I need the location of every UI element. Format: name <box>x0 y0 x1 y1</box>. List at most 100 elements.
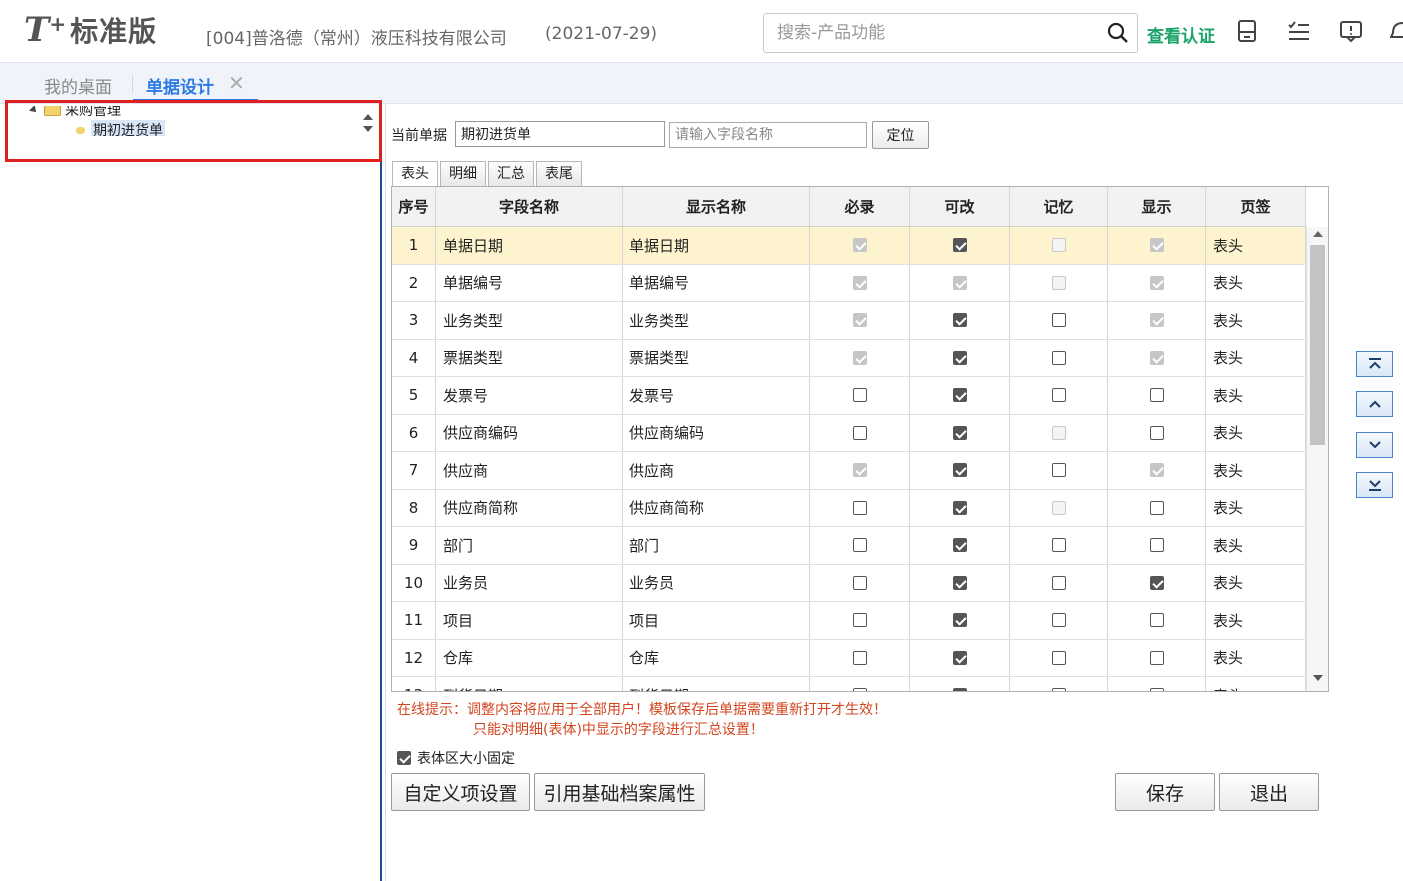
col-header-page[interactable]: 页签 <box>1206 187 1306 226</box>
locate-button[interactable]: 定位 <box>872 121 929 149</box>
visible-checkbox[interactable] <box>1149 575 1164 590</box>
search-icon[interactable] <box>1107 22 1129 44</box>
tab-close-icon[interactable]: ✕ <box>228 71 245 95</box>
message-icon[interactable] <box>1338 18 1364 44</box>
field-name-search-input[interactable] <box>669 122 867 148</box>
fixed-size-option[interactable]: 表体区大小固定 <box>397 748 515 768</box>
visible-checkbox[interactable] <box>1149 650 1164 665</box>
save-button[interactable]: 保存 <box>1115 773 1215 811</box>
memory-checkbox[interactable] <box>1051 463 1066 478</box>
table-row[interactable]: 10 业务员 业务员 表头 <box>392 564 1306 602</box>
editable-checkbox[interactable] <box>952 313 967 328</box>
tab-document-design[interactable]: 单据设计 <box>146 73 214 98</box>
editable-checkbox[interactable] <box>952 350 967 365</box>
move-down-button[interactable] <box>1356 432 1393 458</box>
required-checkbox[interactable] <box>852 388 867 403</box>
visible-checkbox[interactable] <box>1149 388 1164 403</box>
required-checkbox[interactable] <box>852 688 867 691</box>
editable-checkbox[interactable] <box>952 688 967 691</box>
table-row[interactable]: 7 供应商 供应商 表头 <box>392 452 1306 490</box>
editable-checkbox[interactable] <box>952 388 967 403</box>
required-checkbox[interactable] <box>852 613 867 628</box>
col-header-visible[interactable]: 显示 <box>1108 187 1206 226</box>
fixed-size-checkbox[interactable] <box>397 751 411 765</box>
memory-checkbox[interactable] <box>1051 388 1066 403</box>
required-checkbox <box>852 313 867 328</box>
table-row[interactable]: 3 业务类型 业务类型 表头 <box>392 302 1306 340</box>
required-checkbox[interactable] <box>852 425 867 440</box>
required-checkbox[interactable] <box>852 538 867 553</box>
table-row[interactable]: 13到货日期到货日期表头 <box>392 677 1306 691</box>
subtab-footer[interactable]: 表尾 <box>536 161 582 186</box>
subtab-summary[interactable]: 汇总 <box>488 161 534 186</box>
subtab-detail[interactable]: 明细 <box>440 161 486 186</box>
subtab-header[interactable]: 表头 <box>392 161 438 187</box>
col-header-required[interactable]: 必录 <box>810 187 910 226</box>
field-name-cell: 发票号 <box>436 377 623 414</box>
custom-items-button[interactable]: 自定义项设置 <box>391 773 530 811</box>
memory-checkbox[interactable] <box>1051 313 1066 328</box>
memory-checkbox[interactable] <box>1051 538 1066 553</box>
col-header-no[interactable]: 序号 <box>392 187 436 226</box>
table-row[interactable]: 12 仓库 仓库 表头 <box>392 639 1306 677</box>
memory-checkbox[interactable] <box>1051 575 1066 590</box>
tab-separator <box>132 75 133 93</box>
table-row[interactable]: 2 单据编号 单据编号 表头 <box>392 264 1306 302</box>
company-name: [004]普洛德（常州）液压科技有限公司 <box>206 29 507 49</box>
table-row[interactable]: 4 票据类型 票据类型 表头 <box>392 339 1306 377</box>
col-header-editable[interactable]: 可改 <box>910 187 1010 226</box>
task-list-icon[interactable] <box>1286 18 1312 44</box>
visible-checkbox[interactable] <box>1149 538 1164 553</box>
move-top-button[interactable] <box>1356 351 1393 377</box>
table-row[interactable]: 9 部门 部门 表头 <box>392 527 1306 565</box>
current-document-field[interactable] <box>455 121 665 147</box>
move-bottom-icon <box>1369 480 1381 491</box>
bell-icon[interactable] <box>1390 18 1403 44</box>
grid-header: 序号 字段名称 显示名称 必录 可改 记忆 显示 页签 <box>392 187 1306 227</box>
move-bottom-button[interactable] <box>1356 472 1393 498</box>
memory-checkbox[interactable] <box>1051 688 1066 691</box>
visible-checkbox[interactable] <box>1149 688 1164 691</box>
table-row[interactable]: 6 供应商编码 供应商编码 表头 <box>392 414 1306 452</box>
col-header-memory[interactable]: 记忆 <box>1010 187 1108 226</box>
editable-checkbox[interactable] <box>952 425 967 440</box>
pane-splitter[interactable] <box>380 104 386 881</box>
editable-checkbox[interactable] <box>952 463 967 478</box>
editable-checkbox[interactable] <box>952 650 967 665</box>
table-row[interactable]: 5 发票号 发票号 表头 <box>392 377 1306 415</box>
tab-my-desktop[interactable]: 我的桌面 <box>44 73 112 98</box>
col-header-field[interactable]: 字段名称 <box>436 187 623 226</box>
required-checkbox[interactable] <box>852 500 867 515</box>
memory-checkbox[interactable] <box>1051 350 1066 365</box>
verify-link[interactable]: 查看认证 <box>1147 22 1215 47</box>
reference-archive-button[interactable]: 引用基础档案属性 <box>534 773 705 811</box>
display-name-cell: 到货日期 <box>623 677 810 691</box>
editable-checkbox[interactable] <box>952 613 967 628</box>
table-row[interactable]: 8 供应商简称 供应商简称 表头 <box>392 489 1306 527</box>
table-row[interactable]: 11 项目 项目 表头 <box>392 602 1306 640</box>
required-checkbox[interactable] <box>852 650 867 665</box>
visible-checkbox[interactable] <box>1149 500 1164 515</box>
editable-checkbox[interactable] <box>952 238 967 253</box>
visible-checkbox <box>1149 463 1164 478</box>
exit-button[interactable]: 退出 <box>1219 773 1319 811</box>
editable-checkbox[interactable] <box>952 575 967 590</box>
field-name-cell: 供应商 <box>436 452 623 489</box>
move-up-button[interactable] <box>1356 391 1393 417</box>
visible-checkbox[interactable] <box>1149 613 1164 628</box>
memory-checkbox[interactable] <box>1051 650 1066 665</box>
required-checkbox[interactable] <box>852 575 867 590</box>
editable-checkbox[interactable] <box>952 500 967 515</box>
search-input[interactable] <box>764 14 1084 52</box>
visible-checkbox[interactable] <box>1149 425 1164 440</box>
editable-cell <box>910 227 1010 264</box>
col-header-display[interactable]: 显示名称 <box>623 187 810 226</box>
memory-checkbox[interactable] <box>1051 613 1066 628</box>
calculator-icon[interactable] <box>1234 18 1260 44</box>
grid-scrollbar[interactable] <box>1306 227 1328 691</box>
table-row[interactable]: 1 单据日期 单据日期 表头 <box>392 227 1306 265</box>
scroll-thumb[interactable] <box>1310 245 1325 445</box>
scroll-up-icon[interactable] <box>1313 231 1323 237</box>
scroll-down-icon[interactable] <box>1313 675 1323 681</box>
editable-checkbox[interactable] <box>952 538 967 553</box>
